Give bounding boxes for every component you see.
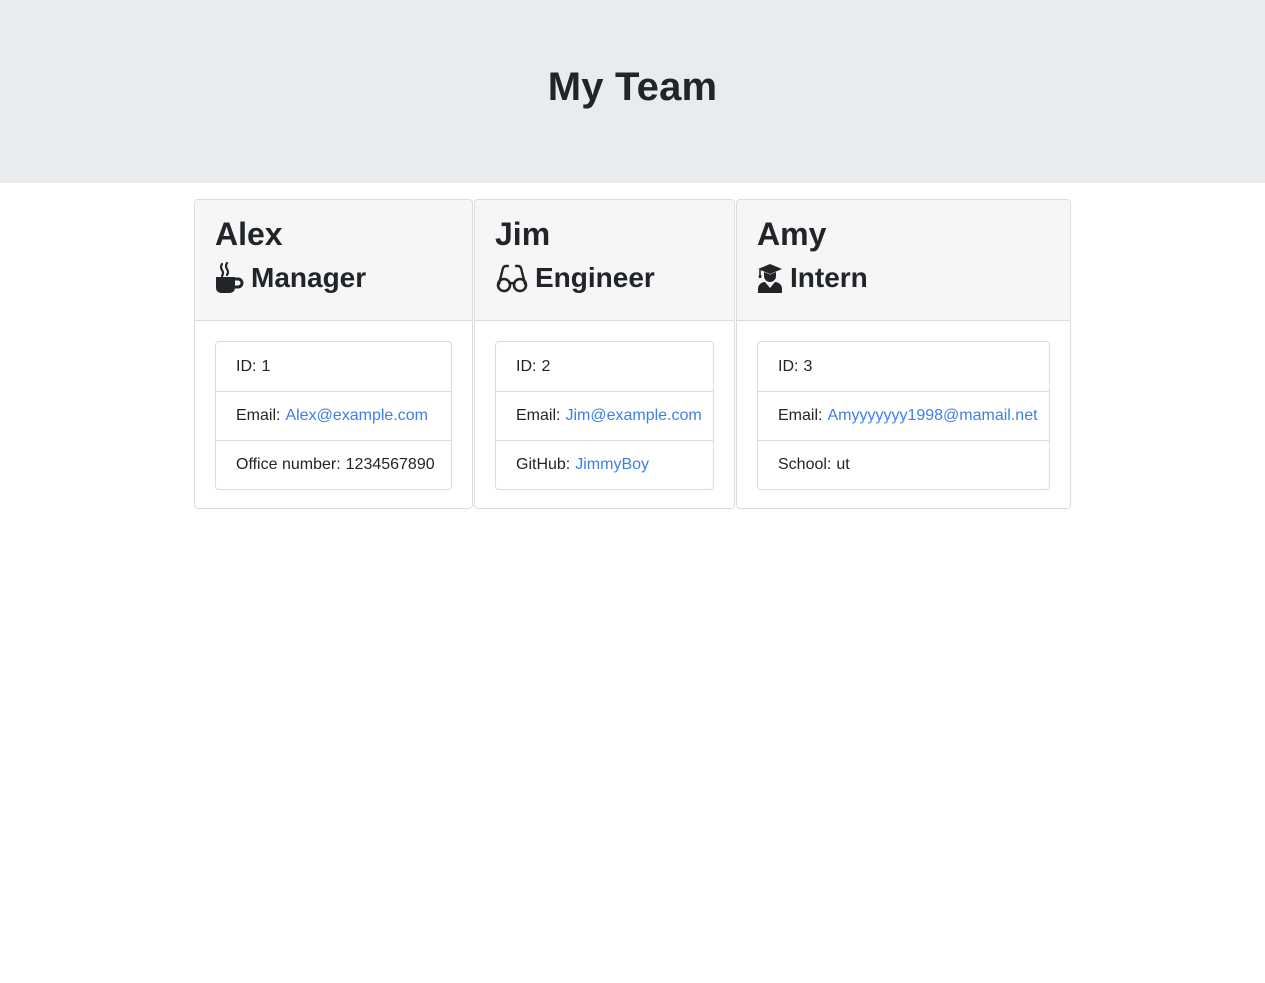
card-body: ID: 1 Email: Alex@example.com Office num…: [195, 321, 472, 490]
card-header: Amy Intern: [737, 200, 1070, 321]
details-list: ID: 3 Email: Amyyyyyyy1998@mamail.net Sc…: [757, 341, 1050, 490]
page-title: My Team: [547, 65, 718, 109]
id-row: ID: 2: [496, 342, 713, 391]
card-header: Jim Engineer: [475, 200, 734, 321]
employee-card-intern: Amy Intern ID: 3 Email: Amyyyyyyy1998@ma…: [736, 199, 1071, 509]
email-row: Email: Jim@example.com: [496, 391, 713, 440]
card-body: ID: 3 Email: Amyyyyyyy1998@mamail.net Sc…: [737, 321, 1070, 490]
employee-role: Manager: [215, 260, 452, 296]
id-value: 2: [541, 357, 551, 375]
id-label: ID:: [778, 357, 799, 375]
github-label: GitHub:: [516, 456, 571, 473]
email-row: Email: Amyyyyyyy1998@mamail.net: [758, 391, 1049, 440]
role-label: Engineer: [535, 262, 655, 293]
role-label: Intern: [790, 262, 868, 293]
coffee-mug-icon: [215, 262, 251, 294]
card-header: Alex Manager: [195, 200, 472, 321]
id-row: ID: 1: [216, 342, 451, 391]
id-value: 3: [803, 357, 813, 375]
email-label: Email:: [236, 407, 281, 424]
glasses-icon: [495, 262, 535, 294]
page-header: My Team: [0, 0, 1265, 183]
employee-name: Alex: [215, 216, 283, 252]
employee-name: Jim: [495, 216, 551, 252]
team-cards: Alex Manager ID: 1 Email: Alex@example.c…: [194, 199, 1071, 509]
office-number-value: 1234567890: [345, 456, 435, 473]
details-list: ID: 2 Email: Jim@example.com GitHub: Jim…: [495, 341, 714, 490]
employee-name: Amy: [757, 216, 827, 252]
email-row: Email: Alex@example.com: [216, 391, 451, 440]
email-label: Email:: [516, 407, 561, 424]
details-list: ID: 1 Email: Alex@example.com Office num…: [215, 341, 452, 490]
role-label: Manager: [251, 262, 367, 293]
email-link[interactable]: Amyyyyyyy1998@mamail.net: [827, 407, 1037, 425]
id-value: 1: [261, 357, 271, 375]
id-row: ID: 3: [758, 342, 1049, 391]
school-label: School:: [778, 456, 832, 473]
employee-card-manager: Alex Manager ID: 1 Email: Alex@example.c…: [194, 199, 473, 509]
employee-card-engineer: Jim Engineer ID: 2 Email: Jim@example.co…: [474, 199, 735, 509]
school-value: ut: [836, 456, 850, 473]
github-row: GitHub: JimmyBoy: [496, 440, 713, 489]
office-number-label: Office number:: [236, 456, 341, 473]
card-body: ID: 2 Email: Jim@example.com GitHub: Jim…: [475, 321, 734, 490]
school-row: School: ut: [758, 440, 1049, 489]
github-link[interactable]: JimmyBoy: [575, 456, 649, 474]
employee-role: Engineer: [495, 260, 714, 296]
id-label: ID:: [516, 357, 537, 375]
employee-role: Intern: [757, 260, 1050, 296]
graduate-icon: [757, 262, 790, 294]
email-link[interactable]: Alex@example.com: [285, 407, 428, 425]
office-number-row: Office number: 1234567890: [216, 440, 451, 489]
id-label: ID:: [236, 357, 257, 375]
email-link[interactable]: Jim@example.com: [565, 407, 701, 425]
email-label: Email:: [778, 407, 823, 424]
